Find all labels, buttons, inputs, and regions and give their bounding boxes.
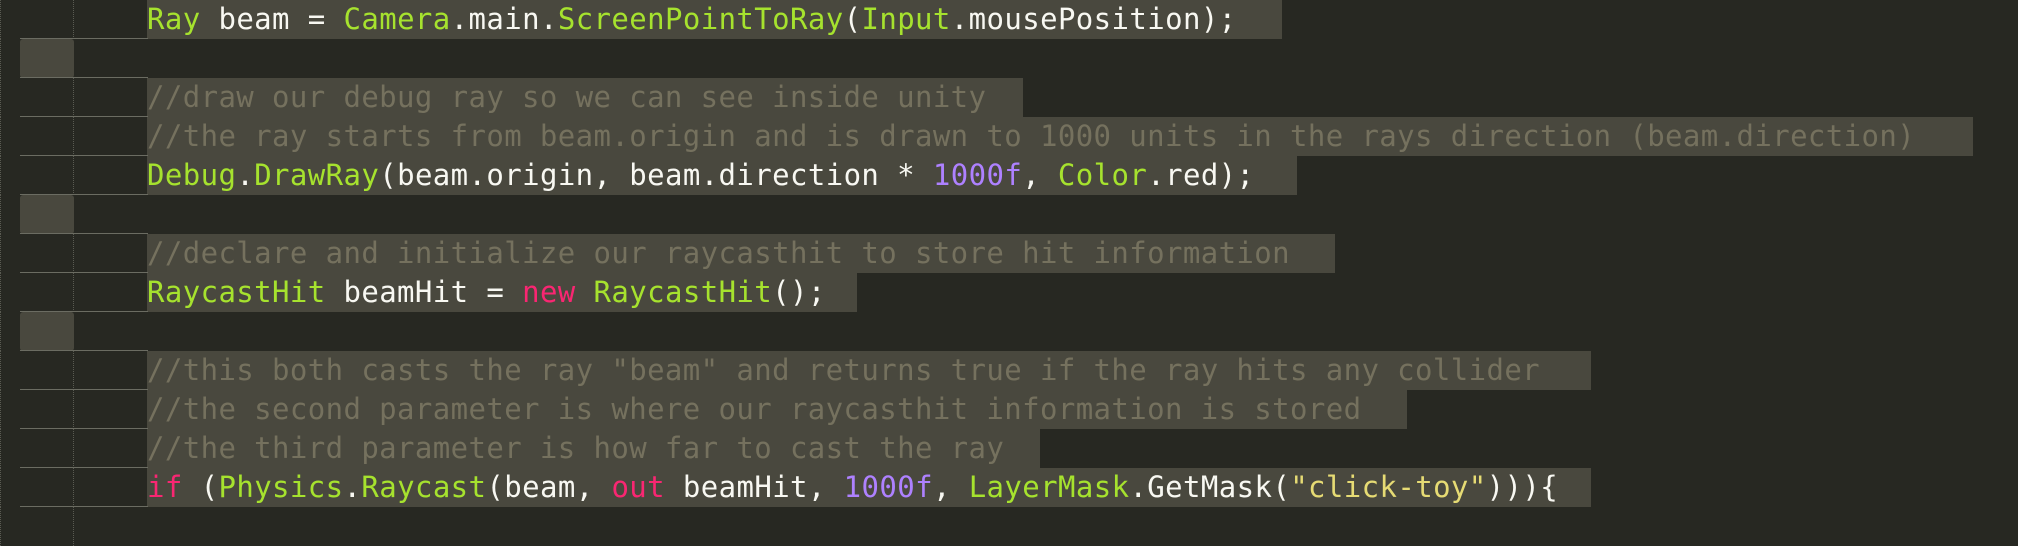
indent-guide bbox=[0, 351, 1, 390]
code-comment: //declare and initialize our raycasthit … bbox=[147, 236, 1291, 270]
indent-guide bbox=[0, 390, 1, 429]
code-line[interactable]: //the ray starts from beam.origin and is… bbox=[0, 117, 2018, 156]
code-token-text: .red); bbox=[1147, 158, 1255, 192]
indent-guide bbox=[73, 507, 74, 546]
code-keyword: if bbox=[147, 470, 183, 504]
code-token-text: beam = bbox=[200, 2, 344, 36]
code-text[interactable]: //declare and initialize our raycasthit … bbox=[147, 234, 1290, 273]
code-line[interactable]: //this both casts the ray "beam" and ret… bbox=[0, 351, 2018, 390]
code-text[interactable]: Debug.DrawRay(beam.origin, beam.directio… bbox=[147, 156, 1254, 195]
code-comment: //the third parameter is how far to cast… bbox=[147, 431, 1005, 465]
code-token-text: (); bbox=[772, 275, 826, 309]
indent-guide bbox=[0, 273, 1, 312]
code-line[interactable]: //the second parameter is where our rayc… bbox=[0, 390, 2018, 429]
code-token-text: , bbox=[932, 470, 969, 504]
code-text[interactable]: RaycastHit beamHit = new RaycastHit(); bbox=[147, 273, 826, 312]
code-line[interactable]: //draw our debug ray so we can see insid… bbox=[0, 78, 2018, 117]
indent-guide bbox=[0, 234, 1, 273]
code-editor[interactable]: Ray beam = Camera.main.ScreenPointToRay(… bbox=[0, 0, 2018, 546]
indent-guide bbox=[0, 39, 1, 78]
indent-guide bbox=[73, 234, 74, 273]
code-token-type: Physics bbox=[218, 470, 344, 504]
code-text[interactable]: //the ray starts from beam.origin and is… bbox=[147, 117, 1915, 156]
code-number-literal: 1000f bbox=[932, 158, 1023, 192]
code-token-text: .GetMask( bbox=[1129, 470, 1291, 504]
code-line[interactable]: RaycastHit beamHit = new RaycastHit(); bbox=[0, 273, 2018, 312]
code-token-text: ))){ bbox=[1486, 470, 1559, 504]
code-token-text: .mousePosition); bbox=[950, 2, 1237, 36]
indent-guide bbox=[73, 78, 74, 117]
code-line[interactable]: Debug.DrawRay(beam.origin, beam.directio… bbox=[0, 156, 2018, 195]
indent-guide bbox=[0, 507, 1, 546]
code-line[interactable]: if (Physics.Raycast(beam, out beamHit, 1… bbox=[0, 468, 2018, 507]
indent-guide bbox=[0, 195, 1, 234]
code-string-literal: "click-toy" bbox=[1290, 470, 1487, 504]
code-text[interactable]: //the second parameter is where our rayc… bbox=[147, 390, 1361, 429]
code-line[interactable] bbox=[0, 195, 2018, 234]
code-token-type: ScreenPointToRay bbox=[557, 2, 844, 36]
indent-guide bbox=[73, 351, 74, 390]
indent-guide bbox=[73, 0, 74, 39]
code-line[interactable] bbox=[0, 507, 2018, 546]
code-token-type: LayerMask bbox=[968, 470, 1130, 504]
code-token-text: ( bbox=[182, 470, 219, 504]
code-token-type: Debug bbox=[147, 158, 237, 192]
indent-guide bbox=[0, 468, 1, 507]
code-token-type: Raycast bbox=[361, 470, 487, 504]
selection-highlight bbox=[20, 195, 74, 234]
code-line[interactable]: //declare and initialize our raycasthit … bbox=[0, 234, 2018, 273]
code-token-text: (beam.origin, beam.direction * bbox=[379, 158, 933, 192]
code-line[interactable]: //the third parameter is how far to cast… bbox=[0, 429, 2018, 468]
code-token-text: . bbox=[343, 470, 362, 504]
indent-guide bbox=[73, 117, 74, 156]
code-keyword: out bbox=[611, 470, 666, 504]
indent-guide bbox=[73, 273, 74, 312]
code-comment: //the ray starts from beam.origin and is… bbox=[147, 119, 1916, 153]
code-text[interactable]: //this both casts the ray "beam" and ret… bbox=[147, 351, 1540, 390]
code-number-literal: 1000f bbox=[843, 470, 933, 504]
indent-guide bbox=[0, 0, 1, 39]
code-token-type: RaycastHit bbox=[593, 275, 773, 309]
indent-guide bbox=[0, 117, 1, 156]
code-line[interactable] bbox=[0, 312, 2018, 351]
selection-highlight bbox=[20, 312, 74, 351]
code-token-text: . bbox=[236, 158, 255, 192]
code-line[interactable] bbox=[0, 39, 2018, 78]
indent-guide bbox=[73, 390, 74, 429]
code-comment: //this both casts the ray "beam" and ret… bbox=[147, 353, 1541, 387]
code-token-type: Input bbox=[861, 2, 951, 36]
code-token-text: , bbox=[1022, 158, 1058, 192]
indent-guide bbox=[73, 156, 74, 195]
code-text[interactable]: if (Physics.Raycast(beam, out beamHit, 1… bbox=[147, 468, 1558, 507]
indent-guide bbox=[73, 468, 74, 507]
code-token-type: RaycastHit bbox=[147, 275, 326, 309]
indent-guide bbox=[0, 78, 1, 117]
code-line[interactable]: Ray beam = Camera.main.ScreenPointToRay(… bbox=[0, 0, 2018, 39]
indent-guide bbox=[73, 429, 74, 468]
code-token-text: beamHit, bbox=[665, 470, 844, 504]
code-token-text: ( bbox=[843, 2, 862, 36]
code-text[interactable]: Ray beam = Camera.main.ScreenPointToRay(… bbox=[147, 0, 1237, 39]
code-token-type: Camera bbox=[343, 2, 451, 36]
code-token-text: .main. bbox=[450, 2, 558, 36]
code-token-type: Color bbox=[1057, 158, 1148, 192]
indent-guide bbox=[0, 312, 1, 351]
code-comment: //draw our debug ray so we can see insid… bbox=[147, 80, 987, 114]
code-token-text: beamHit = bbox=[325, 275, 523, 309]
code-keyword: new bbox=[522, 275, 576, 309]
code-text[interactable]: //draw our debug ray so we can see insid… bbox=[147, 78, 986, 117]
code-token-text: (beam, bbox=[486, 470, 612, 504]
selection-highlight bbox=[20, 39, 74, 78]
indent-guide bbox=[0, 429, 1, 468]
code-text[interactable]: //the third parameter is how far to cast… bbox=[147, 429, 1004, 468]
indent-guide bbox=[0, 156, 1, 195]
code-token-type: DrawRay bbox=[254, 158, 380, 192]
code-comment: //the second parameter is where our rayc… bbox=[147, 392, 1362, 426]
code-token-type: Ray bbox=[147, 2, 201, 36]
